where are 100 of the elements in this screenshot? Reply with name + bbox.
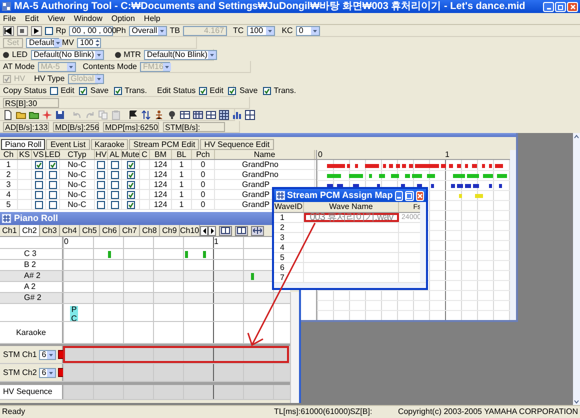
menu-item[interactable]: File (3, 14, 16, 22)
rewind-button[interactable] (3, 26, 14, 36)
column-header[interactable]: BM (150, 150, 172, 159)
tab[interactable]: Ch10 (180, 225, 200, 236)
dropdown[interactable]: Overall (128, 26, 167, 36)
checkbox[interactable] (114, 86, 122, 94)
checkbox[interactable] (97, 170, 105, 178)
radio-button[interactable] (3, 52, 9, 58)
checkbox[interactable] (48, 180, 56, 188)
document-button[interactable] (3, 109, 13, 120)
column-header[interactable]: Name (215, 150, 315, 159)
checkbox[interactable] (110, 160, 118, 168)
scrollbar[interactable] (290, 292, 299, 403)
close-button[interactable] (567, 2, 578, 12)
minimize-button[interactable] (543, 2, 554, 12)
tab[interactable]: Ch6 (100, 225, 120, 236)
checkbox[interactable] (44, 26, 53, 34)
checkbox[interactable] (126, 190, 134, 198)
checkbox[interactable] (34, 200, 42, 208)
dropdown[interactable]: Default(No Blink) (30, 50, 104, 60)
checkbox[interactable] (48, 190, 56, 198)
checkbox[interactable] (34, 190, 42, 198)
checkbox[interactable] (126, 160, 134, 168)
checkbox[interactable] (110, 190, 118, 198)
zoom-in-button[interactable] (219, 226, 232, 236)
sparkle-button[interactable] (42, 109, 52, 120)
checkbox[interactable] (34, 170, 42, 178)
tab[interactable]: Ch9 (160, 225, 180, 236)
checkbox[interactable] (34, 180, 42, 188)
figure-button[interactable] (154, 109, 164, 120)
column-header[interactable]: BL (172, 150, 192, 159)
column-header[interactable]: Mute (122, 150, 140, 159)
chart-button[interactable] (232, 109, 242, 120)
column-header[interactable]: KS (18, 150, 32, 159)
menu-item[interactable]: Help (144, 14, 160, 22)
dropdown[interactable]: Default (26, 38, 60, 48)
menu-item[interactable]: View (48, 14, 65, 22)
sort-button[interactable] (141, 109, 151, 120)
tab[interactable]: Ch3 (40, 225, 60, 236)
grid-button[interactable] (245, 109, 255, 120)
play-button[interactable] (30, 26, 42, 36)
checkbox[interactable] (50, 86, 58, 94)
folder-button[interactable] (16, 109, 26, 120)
stop-button[interactable] (16, 26, 28, 36)
column-header[interactable]: LED (46, 150, 60, 159)
dropdown[interactable]: 100 (246, 26, 275, 36)
column-header[interactable]: VS (32, 150, 46, 159)
checkbox[interactable] (126, 200, 134, 208)
flag-button[interactable] (128, 109, 138, 120)
checkbox[interactable] (198, 86, 207, 94)
dropdown[interactable]: 6 (38, 368, 56, 378)
column-header[interactable]: WaveID (274, 202, 304, 212)
checkbox[interactable] (34, 160, 42, 168)
tab[interactable]: Karaoke (90, 139, 128, 150)
table-button[interactable] (206, 109, 216, 120)
tab[interactable]: Stream PCM Edit (129, 139, 200, 150)
checkbox[interactable] (97, 160, 105, 168)
tab[interactable]: Ch5 (80, 225, 100, 236)
scrollbar[interactable] (274, 283, 426, 288)
menu-item[interactable]: Window (74, 14, 102, 22)
checkbox[interactable] (262, 86, 271, 94)
dropdown[interactable]: Default(No Blink) (144, 50, 217, 60)
tab[interactable]: Event List (46, 139, 90, 150)
menu-item[interactable]: Edit (24, 14, 39, 22)
folder-button[interactable] (29, 109, 39, 120)
column-header[interactable]: HV (95, 150, 108, 159)
checkbox[interactable] (97, 200, 105, 208)
checkbox[interactable] (228, 86, 236, 94)
scrollbar[interactable] (510, 150, 516, 320)
dropdown[interactable]: 0 (296, 26, 320, 36)
maximize-button[interactable] (405, 190, 414, 200)
menu-item[interactable]: Option (111, 14, 135, 22)
tab[interactable]: Ch1 (0, 225, 20, 236)
tab[interactable]: Ch7 (120, 225, 140, 236)
restore-button[interactable] (555, 2, 566, 12)
zoom-out-button[interactable] (235, 226, 248, 236)
table-button[interactable] (193, 109, 203, 120)
table-button[interactable] (180, 109, 190, 120)
tab[interactable]: HV Sequence Edit (200, 139, 274, 150)
bulb-button[interactable] (167, 109, 177, 120)
tab[interactable]: Ch4 (60, 225, 80, 236)
scroll-right-button[interactable] (208, 226, 216, 236)
spin-box[interactable]: 100 (77, 38, 102, 48)
checkbox[interactable] (97, 180, 105, 188)
checkbox[interactable] (48, 160, 56, 168)
scroll-left-button[interactable] (200, 226, 208, 236)
disk-button[interactable] (55, 109, 65, 120)
checkbox[interactable] (110, 170, 118, 178)
dropdown[interactable]: 6 (38, 350, 56, 360)
checkbox[interactable] (126, 170, 134, 178)
checkbox[interactable] (110, 200, 118, 208)
scrollbar[interactable] (420, 202, 426, 282)
checkbox[interactable] (48, 200, 56, 208)
tab[interactable]: Ch2 (20, 225, 40, 236)
column-header[interactable]: Ch (0, 150, 18, 159)
checkbox[interactable] (126, 180, 134, 188)
tab[interactable]: Piano Roll (1, 139, 46, 150)
grid-button[interactable] (219, 109, 229, 120)
checkbox[interactable] (79, 86, 88, 94)
column-header[interactable]: Wave Name (304, 202, 399, 212)
